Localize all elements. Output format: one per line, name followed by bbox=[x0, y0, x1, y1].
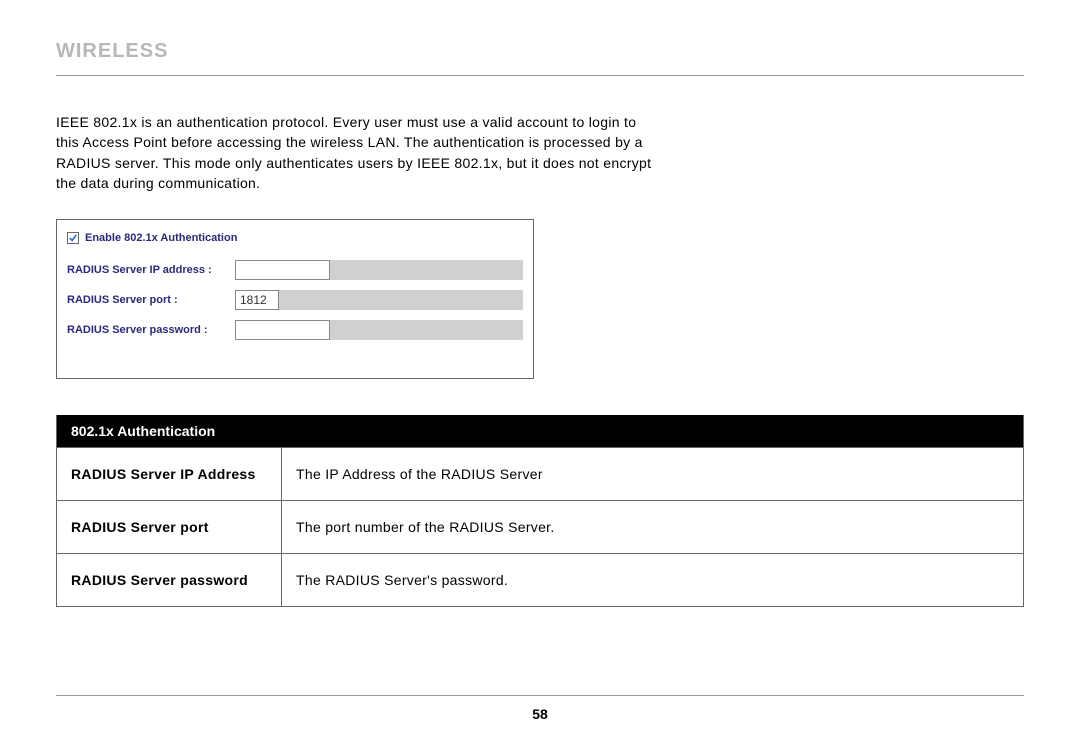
radius-ip-row: RADIUS Server IP address : bbox=[67, 260, 523, 280]
desc-key: RADIUS Server port bbox=[57, 501, 282, 553]
divider-top bbox=[56, 75, 1024, 76]
enable-8021x-label: Enable 802.1x Authentication bbox=[85, 232, 237, 244]
page-footer: 58 bbox=[56, 695, 1024, 722]
table-row: RADIUS Server password The RADIUS Server… bbox=[57, 553, 1023, 606]
desc-val: The IP Address of the RADIUS Server bbox=[282, 448, 1023, 500]
table-row: RADIUS Server IP Address The IP Address … bbox=[57, 447, 1023, 500]
check-icon bbox=[69, 234, 77, 242]
enable-8021x-row[interactable]: Enable 802.1x Authentication bbox=[67, 232, 523, 244]
desc-table-header: 802.1x Authentication bbox=[57, 415, 1023, 447]
desc-val: The RADIUS Server's password. bbox=[282, 554, 1023, 606]
radius-ip-label: RADIUS Server IP address : bbox=[67, 264, 235, 276]
radius-ip-input[interactable] bbox=[235, 260, 330, 280]
intro-paragraph: IEEE 802.1x is an authentication protoco… bbox=[56, 112, 656, 193]
radius-port-label: RADIUS Server port : bbox=[67, 294, 235, 306]
desc-key: RADIUS Server IP Address bbox=[57, 448, 282, 500]
desc-val: The port number of the RADIUS Server. bbox=[282, 501, 1023, 553]
radius-password-input[interactable] bbox=[235, 320, 330, 340]
enable-8021x-checkbox[interactable] bbox=[67, 232, 79, 244]
desc-table: 802.1x Authentication RADIUS Server IP A… bbox=[56, 415, 1024, 607]
radius-port-input-wrap: 1812 bbox=[235, 290, 523, 310]
page-title: WIRELESS bbox=[56, 40, 1024, 63]
page-number: 58 bbox=[56, 706, 1024, 722]
radius-password-row: RADIUS Server password : bbox=[67, 320, 523, 340]
radius-password-input-wrap bbox=[235, 320, 523, 340]
radius-form-panel: Enable 802.1x Authentication RADIUS Serv… bbox=[56, 219, 534, 379]
radius-ip-input-wrap bbox=[235, 260, 523, 280]
radius-port-input[interactable]: 1812 bbox=[235, 290, 279, 310]
radius-password-label: RADIUS Server password : bbox=[67, 324, 235, 336]
table-row: RADIUS Server port The port number of th… bbox=[57, 500, 1023, 553]
radius-port-row: RADIUS Server port : 1812 bbox=[67, 290, 523, 310]
desc-key: RADIUS Server password bbox=[57, 554, 282, 606]
divider-bottom bbox=[56, 695, 1024, 696]
